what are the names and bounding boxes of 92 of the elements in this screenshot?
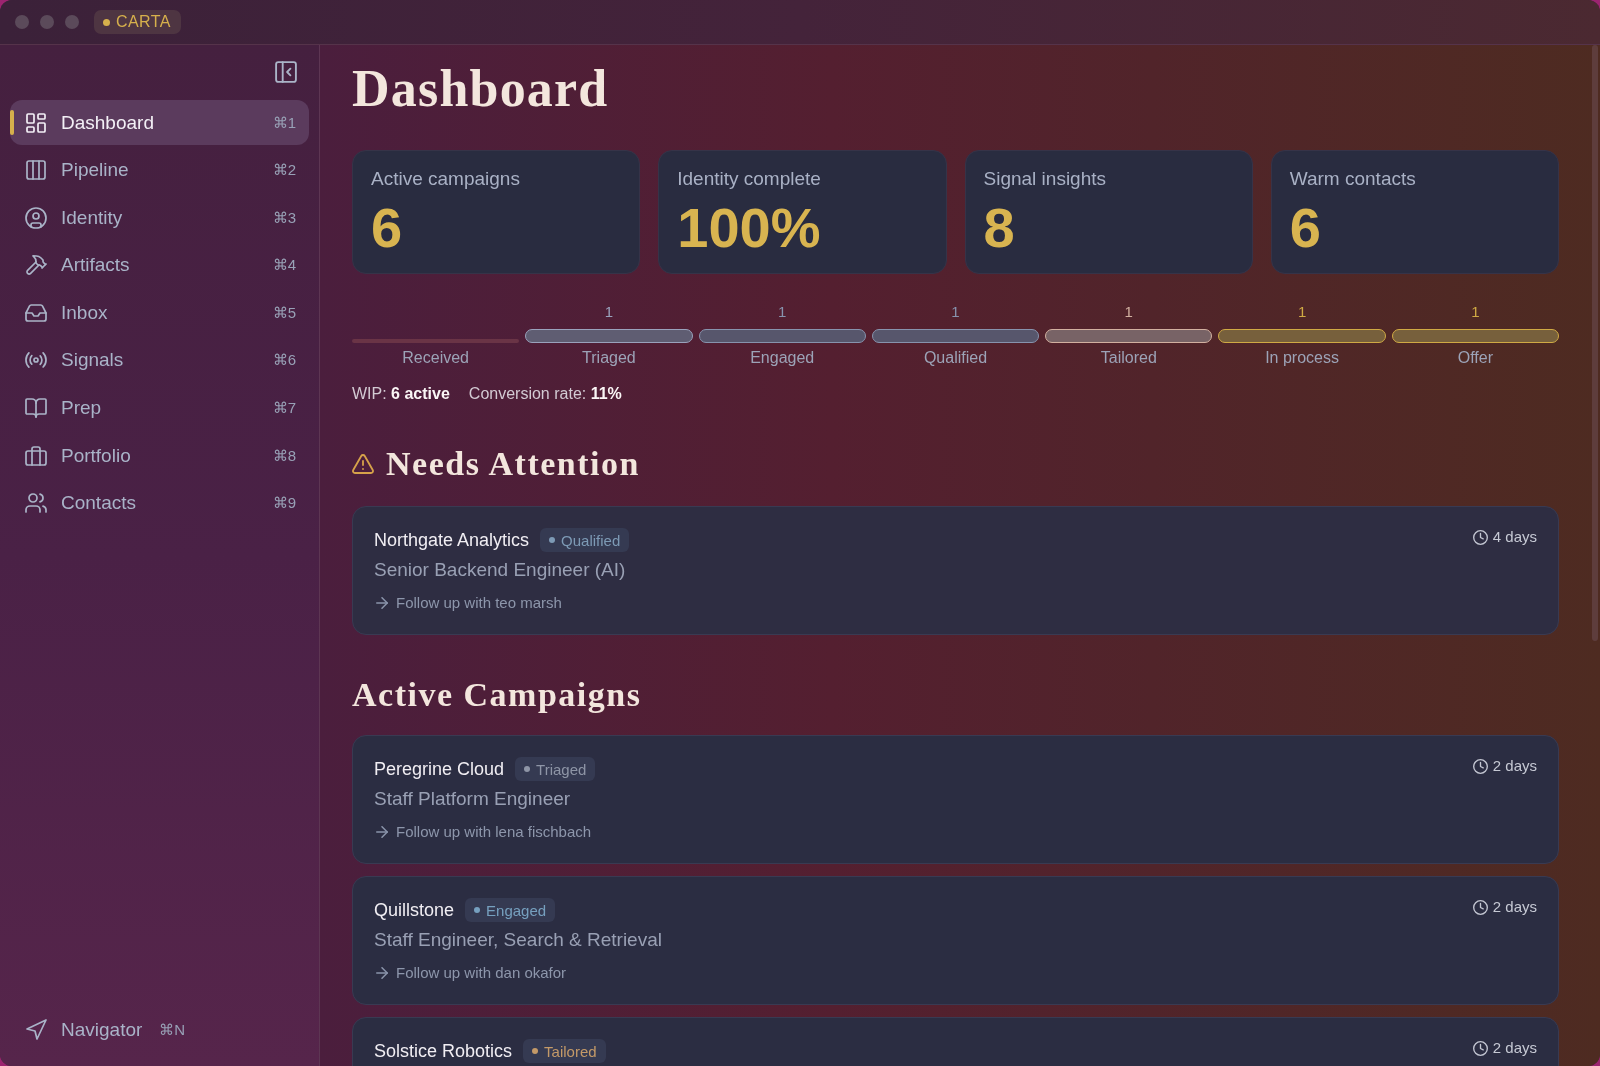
shortcut-label: ⌘N	[159, 1020, 186, 1039]
follow-up-text: Follow up with dan okafor	[396, 963, 567, 982]
arrow-right-icon	[376, 966, 388, 979]
stage-label: Tailored	[1100, 348, 1157, 368]
users-icon	[25, 492, 47, 515]
stat-value: 100%	[677, 198, 821, 258]
company-name: Peregrine Cloud	[374, 758, 505, 780]
columns-icon	[25, 159, 47, 182]
page-title: Dashboard	[352, 59, 610, 119]
shortcut-label: ⌘5	[272, 303, 296, 322]
scrollbar-thumb[interactable]	[1592, 45, 1598, 641]
section-heading: Needs Attention	[386, 444, 640, 484]
stat-label: Identity complete	[677, 167, 821, 190]
sidebar-item[interactable]: Inbox ⌘5	[10, 290, 309, 336]
stat-value: 6	[1289, 198, 1321, 258]
status-label: Tailored	[544, 1042, 597, 1060]
stat-label: Warm contacts	[1289, 167, 1416, 190]
clock-icon	[1472, 758, 1488, 774]
shortcut-label: ⌘9	[272, 494, 296, 513]
stage-label: Triaged	[582, 348, 636, 368]
section-heading: Active Campaigns	[352, 675, 642, 715]
follow-up-text: Follow up with lena fischbach	[396, 822, 592, 841]
campaign-card[interactable]: Solstice Robotics Tailored 2 days	[352, 1017, 1559, 1066]
close-window-icon[interactable]	[15, 15, 29, 29]
shortcut-label: ⌘7	[272, 399, 296, 418]
campaign-card[interactable]: Peregrine Cloud Triaged 2 days Staff Platform Engineer Follow up with lena fischbach	[352, 735, 1559, 864]
status-label: Qualified	[561, 531, 621, 549]
arrow-right-icon	[376, 596, 388, 609]
shortcut-label: ⌘2	[272, 161, 296, 180]
navigator-button[interactable]: Navigator ⌘N	[10, 1007, 309, 1052]
shortcut-label: ⌘4	[272, 256, 296, 275]
stage-label: Qualified	[923, 348, 988, 368]
navigation-arrow-icon	[25, 1018, 47, 1041]
user-circle-icon	[25, 206, 47, 229]
shortcut-label: ⌘6	[272, 351, 296, 370]
shortcut-label: ⌘8	[272, 446, 296, 465]
role-title: Senior Backend Engineer (AI)	[374, 558, 626, 581]
follow-up-text: Follow up with teo marsh	[396, 593, 562, 612]
stat-value: 8	[983, 198, 1015, 258]
maximize-window-icon[interactable]	[65, 15, 79, 29]
time-label: 2 days	[1492, 898, 1537, 916]
sidebar-item[interactable]: Dashboard ⌘1	[10, 100, 309, 145]
company-name: Northgate Analytics	[374, 529, 530, 551]
company-name: Quillstone	[374, 899, 455, 921]
stage-count: 1	[1124, 303, 1133, 321]
campaign-card[interactable]: Quillstone Engaged 2 days Staff Engineer, Search & Retrieval Follow up with dan okafor	[352, 876, 1559, 1005]
sidebar-item[interactable]: Portfolio ⌘8	[10, 433, 309, 479]
stat-label: Signal insights	[983, 167, 1107, 190]
arrow-right-icon	[376, 825, 388, 838]
sidebar-item[interactable]: Contacts ⌘9	[10, 480, 309, 526]
clock-icon	[1472, 529, 1488, 545]
campaign-card[interactable]: Northgate Analytics Qualified 4 days Senior Backend Engineer (AI) Follow up with teo marsh	[352, 506, 1559, 635]
stage-label: In process	[1265, 348, 1339, 368]
stage-count: 1	[1297, 303, 1307, 321]
inbox-icon	[25, 301, 47, 324]
book-icon	[25, 397, 47, 420]
role-title: Staff Platform Engineer	[374, 787, 571, 810]
time-label: 2 days	[1492, 1039, 1537, 1057]
stage-count: 1	[604, 303, 614, 321]
role-title: Staff Engineer, Search & Retrieval	[374, 928, 662, 951]
sidebar-collapse-icon[interactable]	[275, 61, 297, 83]
shortcut-label: ⌘3	[272, 208, 296, 227]
time-label: 2 days	[1492, 757, 1537, 775]
sidebar-item[interactable]: Prep ⌘7	[10, 385, 309, 431]
stage-label: Received	[402, 348, 469, 368]
hammer-icon	[25, 254, 47, 277]
stage-count: 1	[951, 303, 960, 321]
briefcase-icon	[25, 444, 47, 467]
stage-label: Offer	[1457, 348, 1493, 368]
clock-icon	[1472, 1040, 1488, 1056]
clock-icon	[1472, 899, 1488, 915]
stage-count: 1	[778, 303, 787, 321]
time-label: 4 days	[1492, 528, 1537, 546]
sidebar-item[interactable]: Signals ⌘6	[10, 337, 309, 383]
stat-label: Active campaigns	[371, 167, 520, 190]
status-dot-icon	[103, 18, 110, 26]
conversion-summary: Conversion rate: 11%	[468, 384, 622, 404]
stage-count: 1	[1471, 303, 1480, 321]
stage-label: Engaged	[750, 348, 815, 368]
stat-value: 6	[371, 198, 403, 258]
company-name: Solstice Robotics	[374, 1040, 513, 1062]
status-label: Engaged	[486, 901, 547, 919]
grid-icon	[25, 111, 47, 134]
sidebar-item[interactable]: Pipeline ⌘2	[10, 147, 309, 193]
shortcut-label: ⌘1	[272, 113, 296, 132]
sidebar-item[interactable]: Identity ⌘3	[10, 195, 309, 241]
sidebar-item[interactable]: Artifacts ⌘4	[10, 242, 309, 288]
minimize-window-icon[interactable]	[40, 15, 54, 29]
app-name: CARTA	[116, 13, 171, 31]
warning-icon	[352, 454, 374, 474]
status-label: Triaged	[536, 760, 587, 778]
wip-summary: WIP: 6 active	[352, 384, 450, 404]
